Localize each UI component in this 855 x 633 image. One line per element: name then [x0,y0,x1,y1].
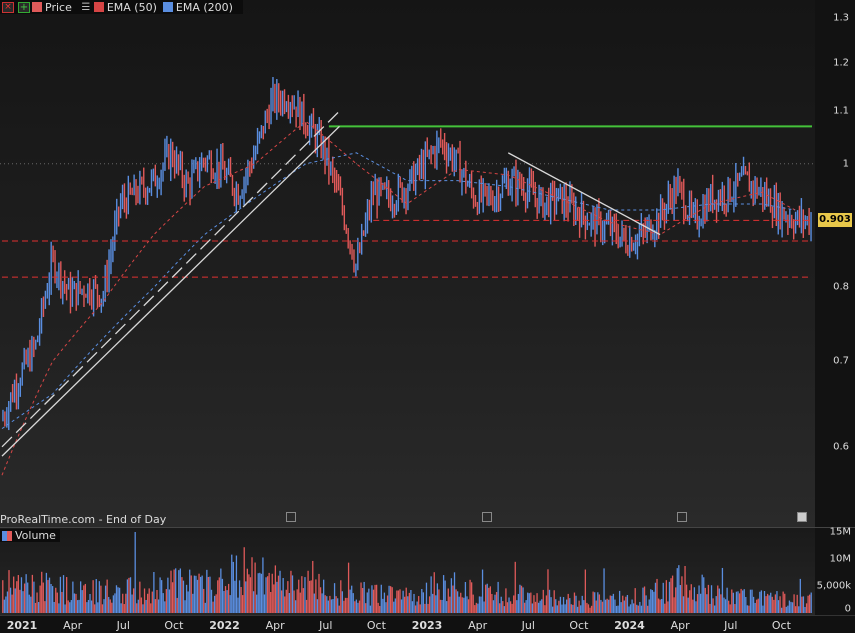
calendar-icon[interactable] [482,512,492,522]
time-axis[interactable]: 2021 Apr Jul Oct 2022 Apr Jul Oct 2023 Apr Jul Oct 2… [0,615,855,633]
time-tick-label: 2022 [209,619,240,632]
calendar-icon[interactable] [286,512,296,522]
current-price-tag: 0.903 [818,213,852,228]
trendline [507,152,661,236]
legend-ema50-label: EMA (50) [106,0,157,14]
time-tick-label: Apr [63,619,83,632]
price-panel[interactable]: × + Price ☰ EMA (50) EMA (200) ProRealTi… [0,0,815,527]
volume-panel[interactable]: Volume [0,527,815,616]
volume-legend: Volume [0,529,60,542]
source-label: ProRealTime.com - End of Day [0,513,167,526]
time-tick-label: Oct [366,619,386,632]
legend-ema200-label: EMA (200) [175,0,233,14]
volume-chart-svg [2,532,812,613]
volume-tick-label: 10M [829,553,851,565]
time-tick-label: Apr [670,619,690,632]
legend-ema200[interactable]: EMA (200) [162,0,233,14]
price-tick-label: 0.7 [833,355,849,367]
time-tick-label: Jul [521,619,535,632]
time-tick-label: Oct [164,619,184,632]
close-icon[interactable]: × [2,1,14,13]
add-icon[interactable]: + [18,1,30,13]
price-tick-label: 1.1 [833,105,849,117]
legend-price[interactable]: Price [32,1,72,14]
volume-tick-label: 5,000k [816,580,851,592]
legend-price-label: Price [45,0,72,14]
volume-legend-label: Volume [15,529,56,542]
price-tick-label: 0.6 [833,441,849,453]
chart-window: × + Price ☰ EMA (50) EMA (200) ProRealTi… [0,0,855,633]
volume-tick-label: 15M [829,526,851,538]
price-scale[interactable]: 1.31.21.110.90.80.70.6 [815,0,855,527]
time-tick-label: Jul [319,619,333,632]
calendar-icon[interactable] [677,512,687,522]
price-legend: × + Price ☰ EMA (50) EMA (200) [0,0,243,14]
time-tick-label: Apr [265,619,285,632]
time-tick-label: 2023 [411,619,443,632]
price-chart-svg [0,77,815,476]
volume-scale[interactable]: 15M 10M 5,000k 0 [815,527,855,616]
volume-tick-label: 0 [844,603,851,615]
time-tick-label: Apr [468,619,488,632]
list-icon[interactable]: ☰ [80,2,92,13]
price-tick-label: 1.2 [833,57,849,69]
price-swatch [32,2,42,12]
volume-swatch [2,530,12,541]
time-tick-label: 2024 [614,619,645,632]
info-icon[interactable] [797,512,807,522]
time-tick-label: 2021 [6,619,38,632]
price-tick-label: 1 [842,158,849,170]
time-tick-label: Oct [569,619,589,632]
time-tick-label: Jul [116,619,130,632]
price-tick-label: 0.8 [833,281,849,293]
legend-ema50[interactable]: EMA (50) [93,0,157,14]
price-tick-label: 1.3 [833,12,849,24]
ema50-swatch [93,2,104,12]
time-tick-label: Jul [724,619,738,632]
time-tick-label: Oct [771,619,791,632]
ema200-swatch [162,2,173,12]
